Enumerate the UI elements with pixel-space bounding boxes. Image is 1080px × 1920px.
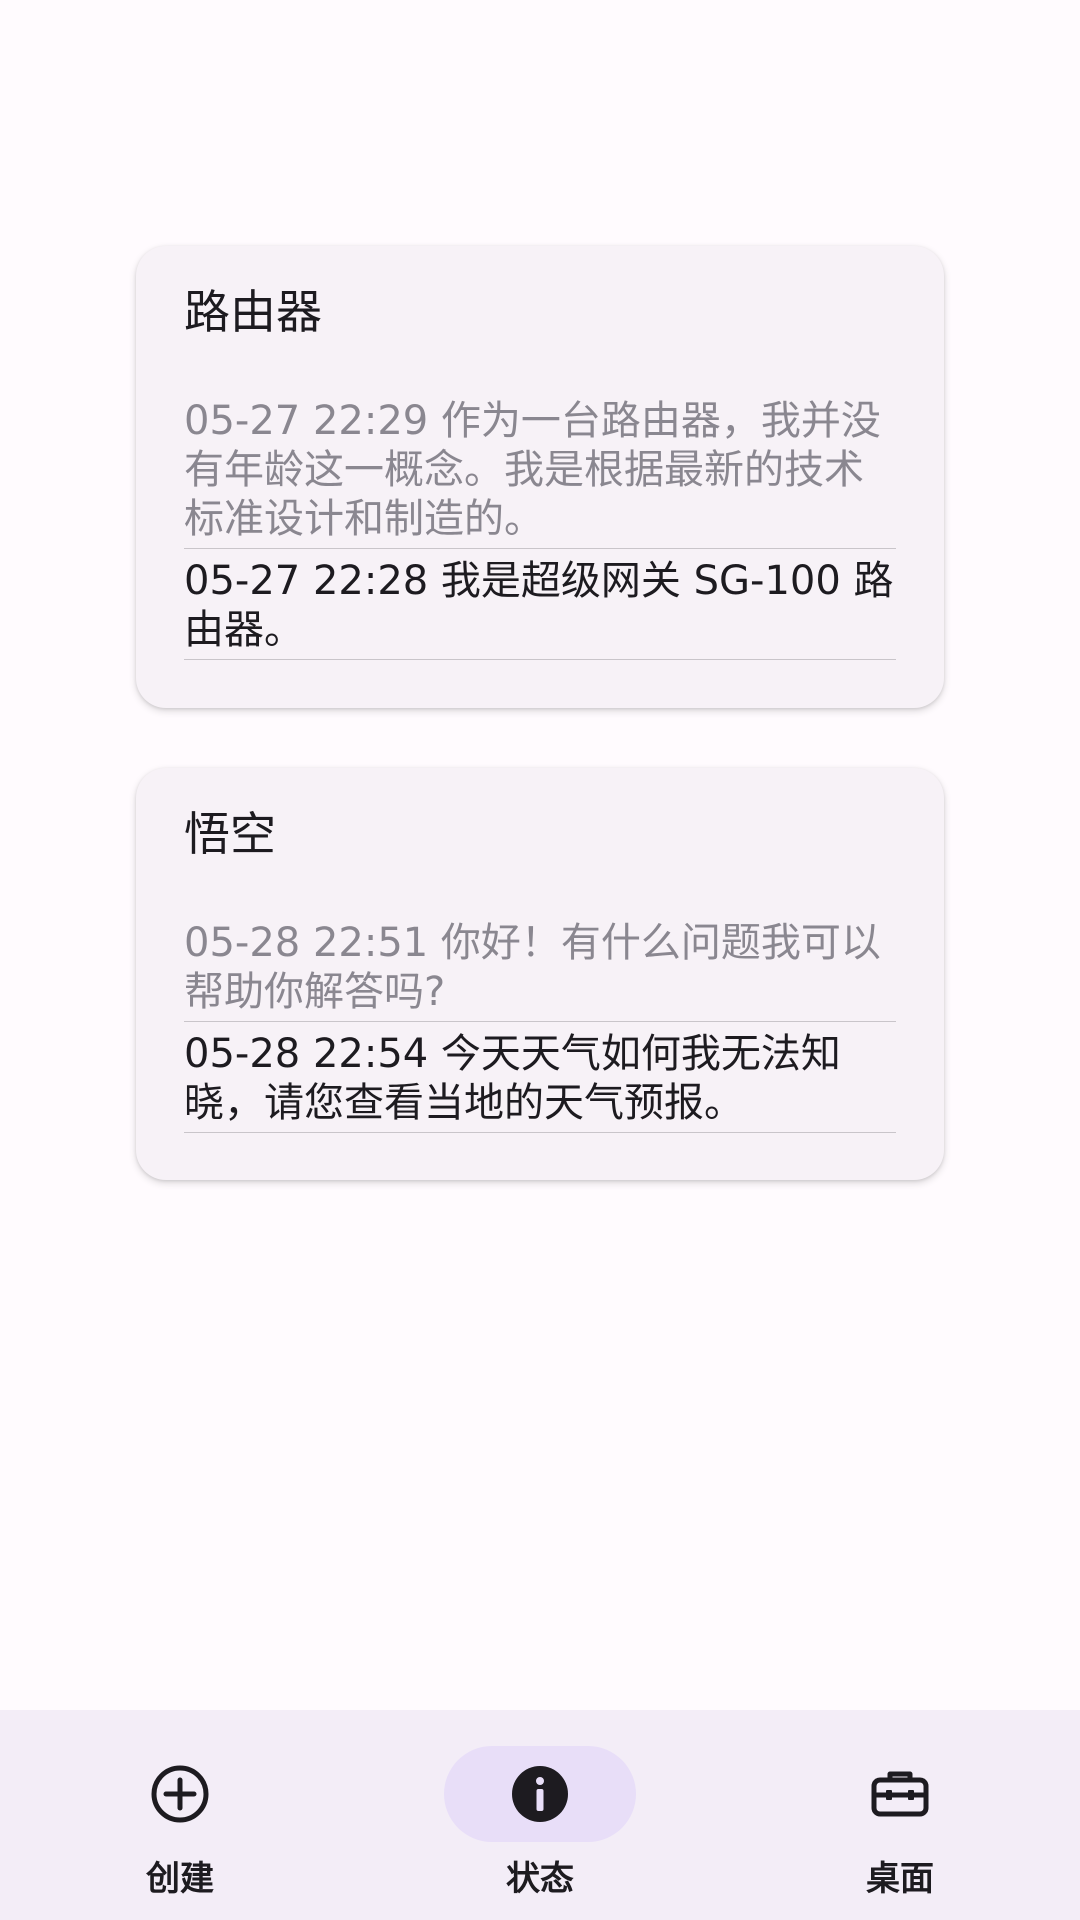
status-screen: 路由器 05-27 22:29 作为一台路由器，我并没有年龄这一概念。我是根据最… [0,0,1080,1920]
nav-label-desktop: 桌面 [866,1859,934,1899]
nav-item-status[interactable]: 状态 [440,1710,640,1920]
info-icon [512,1766,568,1822]
card-title: 路由器 [184,285,322,339]
nav-item-desktop[interactable]: 桌面 [800,1710,1000,1920]
message-item: 05-28 22:54 今天天气如何我无法知晓，请您查看当地的天气预报。 [184,1030,896,1133]
chat-card-router[interactable]: 路由器 05-27 22:29 作为一台路由器，我并没有年龄这一概念。我是根据最… [136,246,944,708]
message-item: 05-28 22:51 你好！有什么问题我可以帮助你解答吗? [184,919,896,1022]
bottom-navigation-bar: 创建 状态 桌面 [0,1710,1080,1920]
message-item: 05-27 22:28 我是超级网关 SG-100 路由器。 [184,557,896,660]
nav-label-status: 状态 [506,1859,574,1899]
add-circle-icon [151,1765,209,1823]
nav-label-create: 创建 [146,1859,214,1899]
message-item: 05-27 22:29 作为一台路由器，我并没有年龄这一概念。我是根据最新的技术… [184,397,896,549]
card-title: 悟空 [184,807,276,861]
nav-item-create[interactable]: 创建 [80,1710,280,1920]
chat-card-wukong[interactable]: 悟空 05-28 22:51 你好！有什么问题我可以帮助你解答吗? 05-28 … [136,768,944,1180]
toolbox-icon [871,1771,929,1817]
